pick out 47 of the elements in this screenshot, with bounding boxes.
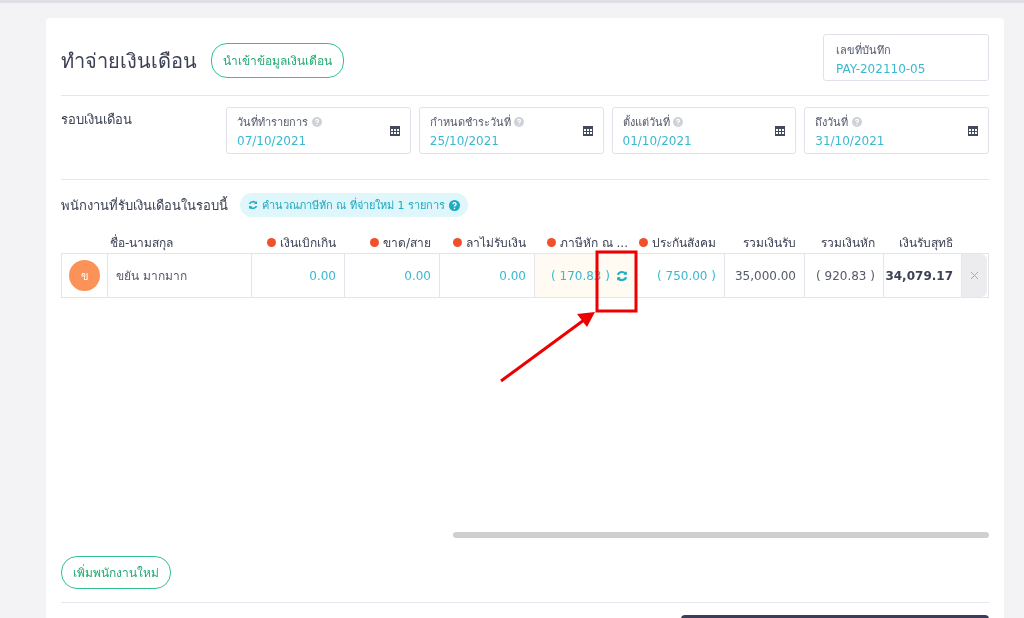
date-value: 07/10/2021 <box>237 134 308 148</box>
help-icon[interactable] <box>673 117 683 127</box>
help-icon[interactable] <box>851 117 862 127</box>
date-value: 25/10/2021 <box>429 134 500 148</box>
field-label: ถึงวันที่ <box>815 116 849 129</box>
field-label: วันที่ทำรายการ <box>237 116 308 129</box>
scrollbar[interactable] <box>453 532 989 538</box>
column-header: ชื่อ-นามสกุล <box>110 235 174 250</box>
table-cell: 35,000.00 <box>734 268 796 283</box>
table-cell: ( 920.83 ) <box>816 268 875 283</box>
column-header: ภาษีหัก ณ ... <box>559 235 628 250</box>
refresh-icon <box>248 200 258 210</box>
column-header: ประกันสังคม <box>652 235 716 250</box>
help-icon[interactable] <box>514 117 525 127</box>
close-icon[interactable] <box>971 272 978 279</box>
date-value: 01/10/2021 <box>622 134 692 148</box>
calendar-icon[interactable] <box>582 125 593 136</box>
calendar-icon[interactable] <box>389 125 400 136</box>
date-field[interactable]: ตั้งแต่วันที่ 01/10/2021 <box>611 107 797 154</box>
table-cell: 0.00 <box>404 268 431 283</box>
help-icon[interactable] <box>449 199 460 211</box>
column-header: ลาไม่รับเงิน <box>466 235 526 250</box>
field-label: ตั้งแต่วันที่ <box>622 116 670 129</box>
column-header: รวมเงินหัก <box>821 235 875 250</box>
table-cell: ( 750.00 ) <box>657 268 716 283</box>
column-header: รวมเงินรับ <box>743 235 796 250</box>
date-value: 31/10/2021 <box>815 134 885 148</box>
table-cell: 0.00 <box>309 268 336 283</box>
record-number-field[interactable]: เลขที่บันทึก PAY-202110-05 <box>823 34 989 81</box>
column-header: ขาด/สาย <box>382 235 431 250</box>
field-label: กำหนดชำระวันที่ <box>429 116 511 129</box>
date-field[interactable]: วันที่ทำรายการ 07/10/2021 <box>226 107 411 154</box>
date-field[interactable]: ถึงวันที่ 31/10/2021 <box>804 107 989 154</box>
section-label: รอบเงินเดือน <box>61 111 133 129</box>
calendar-icon[interactable] <box>775 125 786 136</box>
table-cell-text: ขยัน มากมาก <box>116 268 187 285</box>
help-icon[interactable] <box>311 117 322 127</box>
column-header: เงินเบิกเกิน <box>280 235 336 250</box>
avatar: ข <box>69 260 100 291</box>
column-header: เงินรับสุทธิ <box>899 235 953 250</box>
table-cell: 0.00 <box>499 268 526 283</box>
section-title: พนักงานที่รับเงินเดือนในรอบนี้ <box>61 195 228 215</box>
page-title: ทำจ่ายเงินเดือน <box>61 47 197 75</box>
date-field[interactable]: กำหนดชำระวันที่ 25/10/2021 <box>418 107 604 154</box>
table-cell: 34,079.17 <box>885 268 953 283</box>
refresh-icon[interactable] <box>616 269 628 282</box>
calendar-icon[interactable] <box>968 125 978 136</box>
